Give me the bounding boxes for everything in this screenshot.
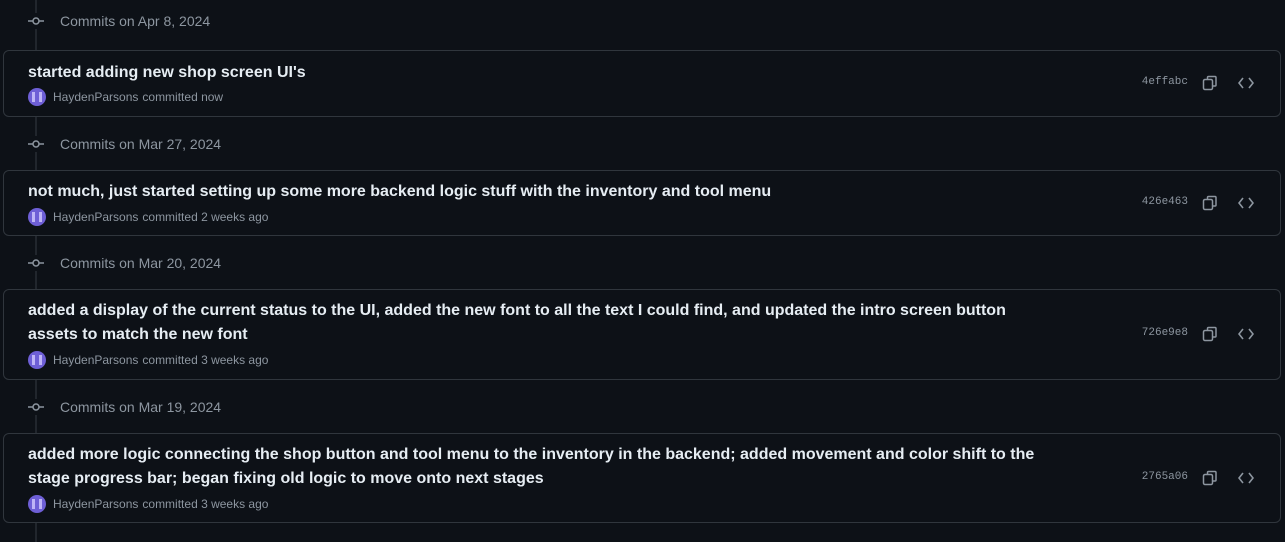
avatar[interactable] xyxy=(28,208,46,226)
commit-card: not much, just started setting up some m… xyxy=(3,170,1281,236)
copy-sha-button[interactable] xyxy=(1198,322,1222,346)
code-icon xyxy=(1238,328,1254,340)
commit-card: added a display of the current status to… xyxy=(3,289,1281,380)
commit-time: committed 3 weeks ago xyxy=(142,497,269,511)
avatar[interactable] xyxy=(28,351,46,369)
commit-title-link[interactable]: added more logic connecting the shop but… xyxy=(28,443,1058,491)
date-label: Commits on Mar 19, 2024 xyxy=(60,399,222,415)
date-header: Commits on Mar 20, 2024 xyxy=(0,248,1285,278)
date-label: Commits on Mar 27, 2024 xyxy=(60,136,222,152)
commit-sha-link[interactable]: 4effabc xyxy=(1142,76,1188,88)
commit-sha-link[interactable]: 2765a06 xyxy=(1142,471,1188,483)
copy-icon xyxy=(1202,75,1217,91)
commit-sha-link[interactable]: 426e463 xyxy=(1142,196,1188,208)
commit-time: committed 2 weeks ago xyxy=(142,210,269,224)
browse-repo-button[interactable] xyxy=(1234,466,1258,490)
browse-repo-button[interactable] xyxy=(1234,191,1258,215)
commit-meta: HaydenParsons committed 2 weeks ago xyxy=(28,208,268,226)
code-icon xyxy=(1238,77,1254,89)
commit-time: committed 3 weeks ago xyxy=(142,353,269,367)
date-label: Commits on Mar 20, 2024 xyxy=(60,255,222,271)
commit-meta: HaydenParsons committed now xyxy=(28,88,223,106)
avatar[interactable] xyxy=(28,88,46,106)
commit-time: committed now xyxy=(142,90,224,104)
code-icon xyxy=(1238,197,1254,209)
commit-card: added more logic connecting the shop but… xyxy=(3,433,1281,523)
commit-card: started adding new shop screen UI's Hayd… xyxy=(3,50,1281,117)
date-header: Commits on Apr 8, 2024 xyxy=(0,6,1285,36)
date-label: Commits on Apr 8, 2024 xyxy=(60,13,211,29)
date-header: Commits on Mar 19, 2024 xyxy=(0,392,1285,422)
commit-meta: HaydenParsons committed 3 weeks ago xyxy=(28,495,268,513)
copy-sha-button[interactable] xyxy=(1198,191,1222,215)
author-link[interactable]: HaydenParsons xyxy=(53,210,138,224)
git-commit-icon xyxy=(28,255,44,271)
git-commit-icon xyxy=(28,13,44,29)
commit-title-link[interactable]: not much, just started setting up some m… xyxy=(28,180,1058,204)
commit-title-link[interactable]: added a display of the current status to… xyxy=(28,299,1058,347)
copy-sha-button[interactable] xyxy=(1198,71,1222,95)
avatar[interactable] xyxy=(28,495,46,513)
date-header: Commits on Mar 27, 2024 xyxy=(0,129,1285,159)
browse-repo-button[interactable] xyxy=(1234,71,1258,95)
browse-repo-button[interactable] xyxy=(1234,322,1258,346)
copy-sha-button[interactable] xyxy=(1198,466,1222,490)
git-commit-icon xyxy=(28,399,44,415)
commit-sha-link[interactable]: 726e9e8 xyxy=(1142,327,1188,339)
author-link[interactable]: HaydenParsons xyxy=(53,497,138,511)
commit-timeline: Commits on Apr 8, 2024 started adding ne… xyxy=(0,0,1285,542)
author-link[interactable]: HaydenParsons xyxy=(53,353,138,367)
copy-icon xyxy=(1202,326,1217,342)
git-commit-icon xyxy=(28,136,44,152)
copy-icon xyxy=(1202,470,1217,486)
commit-title-link[interactable]: started adding new shop screen UI's xyxy=(28,61,1058,85)
author-link[interactable]: HaydenParsons xyxy=(53,90,138,104)
copy-icon xyxy=(1202,195,1217,211)
code-icon xyxy=(1238,472,1254,484)
commit-meta: HaydenParsons committed 3 weeks ago xyxy=(28,351,268,369)
